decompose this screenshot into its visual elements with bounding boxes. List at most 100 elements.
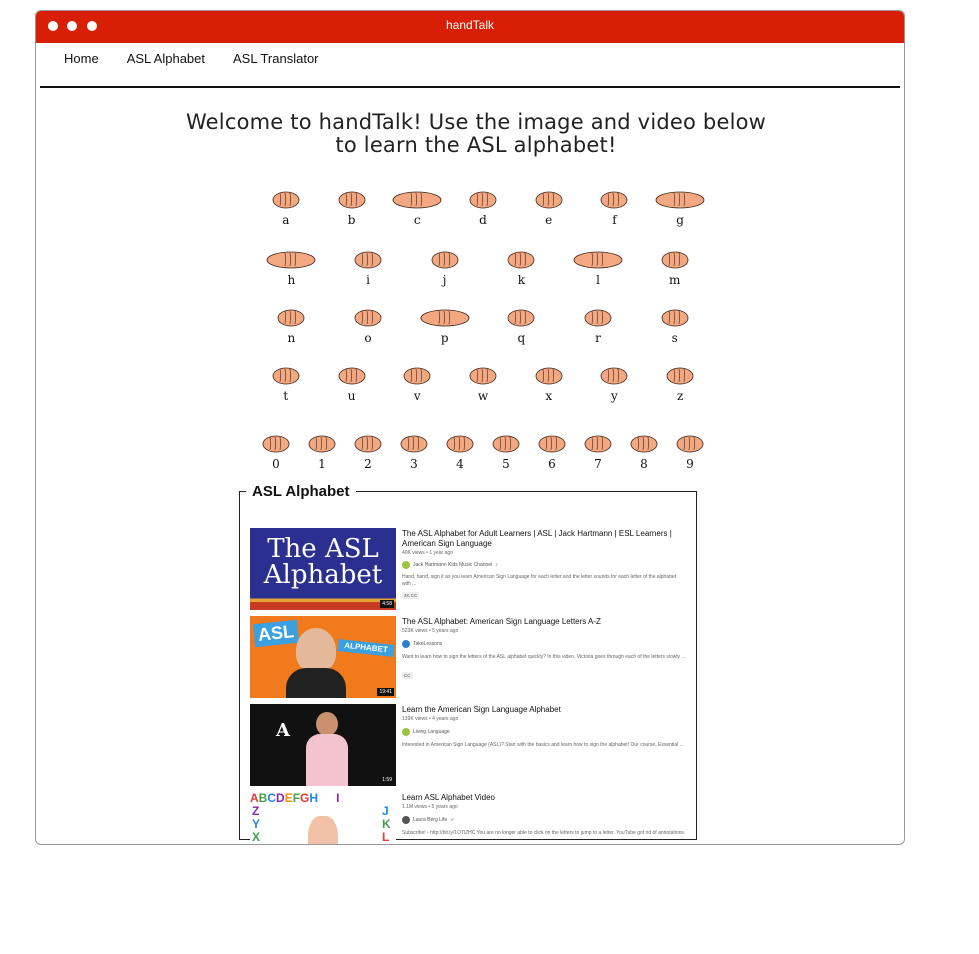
channel-row[interactable]: Living Language bbox=[402, 728, 450, 736]
video-meta: 1.1M views • 5 years ago bbox=[402, 804, 458, 810]
hand-palm bbox=[535, 191, 563, 209]
hand-sign-w bbox=[469, 367, 497, 385]
chart-label-q: q bbox=[517, 331, 526, 345]
hand-sign-c bbox=[392, 191, 442, 209]
video-thumbnail[interactable]: The ASL Alphabet 4:58 bbox=[250, 528, 396, 610]
hand-palm bbox=[469, 191, 497, 209]
verified-icon: ♪ bbox=[495, 562, 498, 568]
hand-sign-u bbox=[338, 367, 365, 385]
hand-sign-y bbox=[601, 367, 628, 385]
hand-palm bbox=[492, 435, 520, 453]
video-thumbnail[interactable]: ABCDEFGHI ZYXW JKLM bbox=[250, 792, 396, 845]
verified-icon: ✓ bbox=[450, 817, 455, 823]
video-title[interactable]: The ASL Alphabet: American Sign Language… bbox=[402, 617, 682, 627]
video-duration: 19:41 bbox=[377, 688, 394, 696]
letter-column-right: JKLM bbox=[382, 804, 392, 845]
asl-alphabet-chart: a b c d e f g h i j k l m n o p q r s t u v w x y z 0 1 2 3 4 5 6 7 8 9 bbox=[231, 171, 711, 471]
thumbnail-text: A bbox=[276, 720, 290, 741]
hand-palm bbox=[431, 251, 459, 269]
thumbnail-person bbox=[296, 628, 336, 672]
hand-palm bbox=[469, 367, 497, 385]
chart-label-o: o bbox=[364, 331, 372, 345]
hand-sign-f bbox=[601, 191, 628, 209]
channel-avatar bbox=[402, 561, 410, 569]
video-description: Subscribe! - http://bit.ly/1OTlZHC You a… bbox=[402, 830, 686, 836]
hand-sign-k bbox=[507, 251, 535, 269]
channel-row[interactable]: Laura Berg Life ✓ bbox=[402, 816, 454, 824]
video-result[interactable]: A 1:59 Learn the American Sign Language … bbox=[250, 704, 688, 788]
video-meta: 40K views • 1 year ago bbox=[402, 550, 453, 556]
chart-label-u: u bbox=[347, 389, 356, 403]
chart-label-w: w bbox=[477, 389, 489, 403]
hand-palm bbox=[584, 435, 612, 453]
hand-palm bbox=[354, 251, 382, 269]
hand-sign-v bbox=[403, 367, 431, 385]
chart-label-k: k bbox=[517, 273, 525, 287]
chart-label-8: 8 bbox=[640, 457, 648, 471]
thumbnail-text: The ASL Alphabet bbox=[263, 534, 383, 590]
hand-palm bbox=[507, 309, 535, 327]
hand-sign-5 bbox=[492, 435, 520, 453]
chart-label-n: n bbox=[287, 331, 296, 345]
channel-row[interactable]: TakeLessons bbox=[402, 640, 442, 648]
hand-sign-s bbox=[661, 309, 689, 327]
video-duration: 4:58 bbox=[380, 600, 394, 608]
video-title[interactable]: The ASL Alphabet for Adult Learners | AS… bbox=[402, 529, 682, 549]
thumbnail-text: ASL bbox=[252, 619, 300, 648]
chart-label-h: h bbox=[287, 273, 296, 287]
hand-palm bbox=[262, 435, 290, 453]
window-title: handTalk bbox=[445, 18, 495, 32]
video-result[interactable]: ASL ALPHABET 19:41 The ASL Alphabet: Ame… bbox=[250, 616, 688, 700]
chart-label-9: 9 bbox=[686, 457, 694, 471]
hand-sign-8 bbox=[630, 435, 658, 453]
video-thumbnail[interactable]: A 1:59 bbox=[250, 704, 396, 786]
video-thumbnail[interactable]: ASL ALPHABET 19:41 bbox=[250, 616, 396, 698]
video-title[interactable]: Learn ASL Alphabet Video bbox=[402, 793, 682, 803]
nav-home[interactable]: Home bbox=[64, 51, 99, 66]
channel-name: TakeLessons bbox=[413, 641, 443, 647]
hand-palm bbox=[272, 367, 300, 385]
hand-palm bbox=[277, 309, 305, 327]
hand-sign-z bbox=[666, 367, 694, 385]
chart-label-l: l bbox=[596, 273, 600, 287]
hand-palm bbox=[630, 435, 658, 453]
hand-sign-0 bbox=[262, 435, 290, 453]
hand-palm bbox=[507, 251, 535, 269]
channel-row[interactable]: Jack Hartmann Kids Music Channel ♪ bbox=[402, 561, 498, 569]
video-result[interactable]: ABCDEFGHI ZYXW JKLM Learn ASL Alphabet V… bbox=[250, 792, 688, 845]
thumbnail-person-body bbox=[306, 734, 348, 786]
video-title[interactable]: Learn the American Sign Language Alphabe… bbox=[402, 705, 682, 715]
thumbnail-banner: ALPHABET bbox=[337, 639, 395, 657]
hand-palm bbox=[601, 367, 628, 385]
hand-sign-2 bbox=[354, 435, 382, 453]
chart-label-a: a bbox=[282, 213, 290, 227]
chart-label-5: 5 bbox=[502, 457, 510, 471]
chart-label-m: m bbox=[668, 273, 681, 287]
chart-label-4: 4 bbox=[456, 457, 464, 471]
hand-palm bbox=[266, 251, 316, 269]
hand-palm bbox=[392, 191, 442, 209]
hand-sign-9 bbox=[676, 435, 704, 453]
hand-sign-n bbox=[277, 309, 305, 327]
chart-label-f: f bbox=[612, 213, 617, 227]
hand-sign-m bbox=[661, 251, 689, 269]
hand-sign-j bbox=[431, 251, 459, 269]
chart-label-d: d bbox=[479, 213, 487, 227]
video-duration: 1:59 bbox=[380, 776, 394, 784]
video-badges: 4K CC bbox=[402, 592, 420, 599]
hand-sign-o bbox=[354, 309, 382, 327]
channel-name: Laura Berg Life bbox=[413, 817, 448, 823]
chart-label-3: 3 bbox=[410, 457, 418, 471]
hand-palm bbox=[655, 191, 705, 209]
hand-sign-g bbox=[655, 191, 705, 209]
hand-palm bbox=[584, 309, 612, 327]
nav-asl-alphabet[interactable]: ASL Alphabet bbox=[127, 51, 205, 66]
hand-sign-x bbox=[535, 367, 563, 385]
chart-label-y: y bbox=[611, 389, 618, 403]
chart-label-s: s bbox=[671, 331, 678, 345]
channel-name: Jack Hartmann Kids Music Channel bbox=[413, 562, 493, 568]
hand-sign-p bbox=[420, 309, 470, 327]
nav-asl-translator[interactable]: ASL Translator bbox=[233, 51, 319, 66]
video-result[interactable]: The ASL Alphabet 4:58 The ASL Alphabet f… bbox=[250, 528, 688, 612]
browser-window: handTalk Home ASL Alphabet ASL Translato… bbox=[35, 10, 905, 845]
